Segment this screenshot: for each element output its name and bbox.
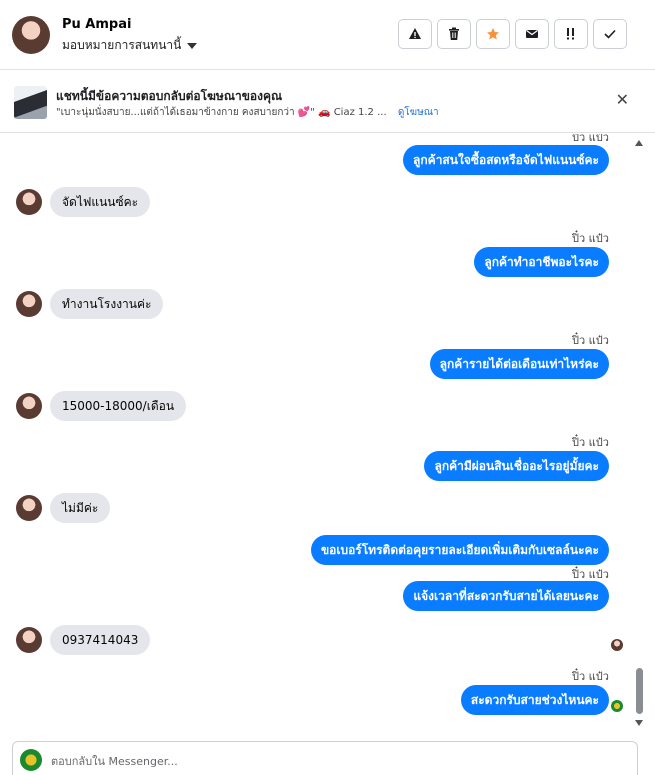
contact-name[interactable]: Pu Ampai — [62, 17, 131, 32]
message-incoming[interactable]: ทำงานโรงงานค่ะ — [50, 289, 164, 319]
scrollbar-thumb[interactable] — [636, 668, 643, 714]
message-incoming[interactable]: จัดไฟแนนซ์คะ — [50, 187, 151, 217]
message-text: แจ้งเวลาที่สะดวกรับสายได้เลยนะคะ — [403, 581, 609, 611]
message-outgoing[interactable]: ลูกค้ารายได้ต่อเดือนเท่าไหร่คะ — [429, 349, 609, 379]
message-outgoing[interactable]: ลูกค้าทำอาชีพอะไรคะ — [474, 247, 609, 277]
message-outgoing[interactable]: ลูกค้าสนใจซื้อสดหรือจัดไฟแนนซ์คะ — [403, 145, 609, 175]
message-text: ทำงานโรงงานค่ะ — [50, 289, 164, 319]
ad-banner-title: แชทนี้มีข้อความตอบกลับต่อโฆษณาของคุณ — [56, 89, 283, 103]
star-button[interactable] — [476, 19, 510, 49]
mail-icon — [526, 30, 538, 38]
message-outgoing[interactable]: แจ้งเวลาที่สะดวกรับสายได้เลยนะคะ — [403, 581, 609, 611]
warning-icon — [409, 28, 421, 39]
message-outgoing[interactable]: ลูกค้ามีผ่อนสินเชื่ออะไรอยู่มั้ยคะ — [424, 451, 609, 481]
view-ad-link[interactable]: ดูโฆษณา — [398, 107, 439, 118]
close-icon[interactable]: ✕ — [616, 90, 629, 109]
contact-avatar-small — [16, 393, 42, 419]
page-avatar — [20, 749, 42, 771]
contact-avatar[interactable] — [12, 16, 50, 54]
message-incoming[interactable]: 0937414043 — [50, 625, 151, 655]
trash-icon — [449, 27, 459, 40]
delete-button[interactable] — [437, 19, 471, 49]
ad-reply-banner: แชทนี้มีข้อความตอบกลับต่อโฆษณาของคุณ "เบ… — [0, 71, 655, 133]
mark-unread-button[interactable] — [515, 19, 549, 49]
ad-banner-snippet: "เบาะนุ่มนั่งสบาย...แต่ถ้าได้เธอมาข้างกา… — [56, 105, 439, 120]
contact-avatar-small — [16, 189, 42, 215]
ad-thumbnail[interactable] — [14, 86, 47, 119]
contact-avatar-small — [16, 495, 42, 521]
message-text: 0937414043 — [50, 625, 151, 655]
message-text: ลูกค้ารายได้ต่อเดือนเท่าไหร่คะ — [429, 349, 609, 379]
message-text: ขอเบอร์โทรติดต่อคุยรายละเอียดเพิ่มเติมกั… — [310, 535, 609, 565]
seen-indicator-avatar — [611, 639, 623, 651]
message-text: ลูกค้าสนใจซื้อสดหรือจัดไฟแนนซ์คะ — [403, 145, 609, 175]
message-composer[interactable] — [12, 741, 638, 775]
sender-name: ปิ๋ว แป๋ว — [572, 670, 609, 683]
mark-done-button[interactable] — [593, 19, 627, 49]
conversation-header: Pu Ampai มอบหมายการสนทนานี้ — [0, 0, 655, 70]
sender-name: ปิ๋ว แป๋ว — [572, 436, 609, 449]
message-text: จัดไฟแนนซ์คะ — [50, 187, 151, 217]
message-text: 15000-18000/เดือน — [50, 391, 187, 421]
star-icon — [487, 28, 499, 40]
message-text: ลูกค้าทำอาชีพอะไรคะ — [474, 247, 609, 277]
ad-snippet-text: "เบาะนุ่มนั่งสบาย...แต่ถ้าได้เธอมาข้างกา… — [56, 107, 387, 118]
message-outgoing[interactable]: ขอเบอร์โทรติดต่อคุยรายละเอียดเพิ่มเติมกั… — [310, 535, 609, 565]
message-text: ไม่มีค่ะ — [50, 493, 111, 523]
contact-avatar-small — [16, 291, 42, 317]
follow-up-button[interactable] — [554, 19, 588, 49]
header-actions — [398, 19, 627, 49]
message-text: สะดวกรับสายช่วงไหนคะ — [460, 685, 609, 715]
reply-input[interactable] — [51, 748, 611, 774]
message-incoming[interactable]: 15000-18000/เดือน — [50, 391, 187, 421]
assign-label: มอบหมายการสนทนานี้ — [62, 38, 182, 52]
report-button[interactable] — [398, 19, 432, 49]
scroll-down-arrow-icon[interactable] — [635, 720, 643, 726]
mark-important-icon — [567, 28, 574, 40]
scroll-up-arrow-icon[interactable] — [635, 140, 643, 146]
assign-conversation-dropdown[interactable]: มอบหมายการสนทนานี้ — [62, 36, 198, 55]
caret-down-icon — [187, 42, 198, 49]
sender-name: ปิ๋ว แป๋ว — [572, 334, 609, 347]
message-outgoing[interactable]: สะดวกรับสายช่วงไหนคะ — [460, 685, 609, 715]
check-icon — [604, 29, 616, 39]
message-text: ลูกค้ามีผ่อนสินเชื่ออะไรอยู่มั้ยคะ — [424, 451, 609, 481]
contact-avatar-small — [16, 627, 42, 653]
message-thread[interactable]: ปิ๋ว แป๋ว ลูกค้าสนใจซื้อสดหรือจัดไฟแนนซ์… — [0, 134, 655, 734]
seen-indicator-avatar — [611, 700, 623, 712]
sender-name: ปิ๋ว แป๋ว — [572, 232, 609, 245]
message-incoming[interactable]: ไม่มีค่ะ — [50, 493, 111, 523]
